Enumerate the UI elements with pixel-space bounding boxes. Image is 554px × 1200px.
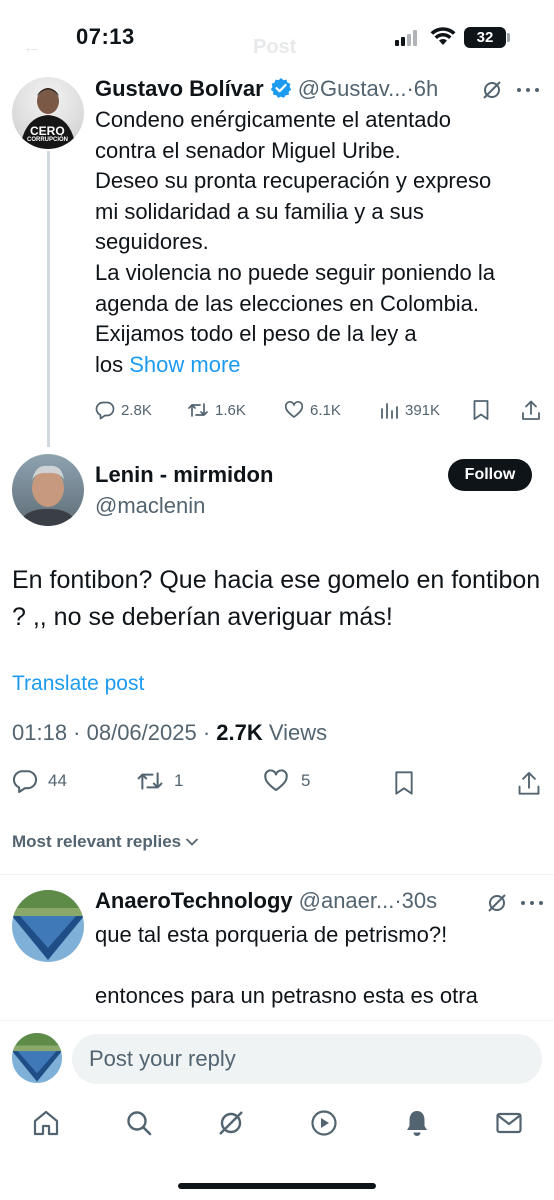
- repost-count: 1.6K: [215, 401, 246, 419]
- views-count: 2.7K: [216, 720, 263, 745]
- reply-text: que tal esta porqueria de petrismo?! ent…: [95, 920, 535, 1011]
- main-tweet-text: En fontibon? Que hacia ese gomelo en fon…: [12, 566, 541, 631]
- tweet-handle-row: @maclenin: [95, 493, 205, 519]
- heart-icon: [264, 769, 288, 792]
- avatar-photo: [12, 1033, 62, 1082]
- like-button[interactable]: 5: [263, 768, 310, 794]
- reply-icon: [12, 770, 38, 794]
- status-time: 07:13: [76, 24, 135, 49]
- chevron-down-icon: [185, 838, 199, 846]
- author-handle[interactable]: @Gustav...·6h: [298, 76, 439, 102]
- repost-icon: [188, 403, 208, 417]
- home-indicator: [178, 1183, 376, 1189]
- like-count: 6.1K: [310, 401, 341, 419]
- bookmark-icon[interactable]: [393, 770, 415, 796]
- reply-count: 44: [48, 771, 67, 790]
- tweet-header: Lenin - mirmidon: [95, 462, 273, 488]
- tweet-line: La violencia no puede seguir poniendo la: [95, 259, 495, 285]
- tweet-header: AnaeroTechnology @anaer...·30s: [95, 888, 437, 914]
- status-bar: ← Post 07:13 32: [0, 0, 554, 76]
- messages-icon[interactable]: [494, 1108, 524, 1138]
- avatar[interactable]: CERO CORRUPCIÓN: [12, 77, 84, 149]
- reply-bar: Post your reply: [0, 1020, 554, 1098]
- views-count: 391K: [405, 401, 441, 419]
- battery-cap: [507, 33, 510, 42]
- tweet-line: Deseo su pronta recuperación y expreso: [95, 168, 492, 194]
- avatar[interactable]: [12, 1033, 62, 1083]
- views-label: Views: [262, 720, 328, 745]
- reply-button[interactable]: 44: [12, 768, 67, 794]
- share-icon[interactable]: [517, 770, 541, 796]
- tweet-text: Condeno enérgicamente el atentado contra…: [95, 105, 535, 380]
- translate-post-link[interactable]: Translate post: [12, 672, 144, 696]
- timestamp: 01:18 · 08/06/2025 ·: [12, 720, 217, 745]
- repost-icon: [137, 772, 163, 790]
- notifications-icon[interactable]: [402, 1108, 432, 1138]
- author-name[interactable]: Lenin - mirmidon: [95, 462, 273, 488]
- author-handle[interactable]: @maclenin: [95, 493, 205, 519]
- reply-count: 2.8K: [121, 401, 152, 419]
- avatar-text: CERO: [30, 124, 65, 138]
- tweet-line: Exijamos todo el peso de la ley a: [95, 321, 417, 347]
- share-icon[interactable]: [521, 399, 541, 421]
- tweet-line-prefix: los: [95, 351, 124, 377]
- signal-icon: [395, 30, 421, 46]
- repost-count: 1: [174, 771, 184, 790]
- show-more-link[interactable]: Show more: [129, 352, 240, 377]
- reply-icon: [95, 401, 115, 420]
- avatar[interactable]: [12, 890, 84, 962]
- avatar-subtext: CORRUPCIÓN: [27, 137, 69, 143]
- like-button[interactable]: 6.1K: [284, 400, 341, 420]
- views-icon: [381, 403, 398, 419]
- wifi-icon: [430, 27, 456, 45]
- reply-input[interactable]: Post your reply: [72, 1034, 542, 1084]
- tweet-actions: 2.8K 1.6K 6.1K 391K: [95, 398, 545, 422]
- grok-icon[interactable]: [216, 1108, 246, 1138]
- tweet-header: Gustavo Bolívar @Gustav...·6h: [95, 74, 438, 102]
- avatar-photo: [18, 465, 78, 526]
- grok-icon[interactable]: [481, 79, 503, 101]
- like-count: 5: [301, 771, 311, 790]
- reply-line: que tal esta porqueria de petrismo?!: [95, 922, 448, 947]
- grok-icon[interactable]: [486, 892, 508, 914]
- tweet-line: Condeno enérgicamente el atentado: [95, 107, 451, 132]
- home-icon[interactable]: [31, 1108, 61, 1138]
- tweet-line: agenda de las elecciones en Colombia.: [95, 290, 480, 316]
- reply-line: entonces para un petrasno esta es otra: [95, 982, 478, 1008]
- more-options-icon[interactable]: [516, 86, 540, 94]
- replies-sort-label: Most relevant replies: [12, 832, 182, 851]
- avatar-photo: [12, 890, 84, 960]
- page-title: Post: [253, 36, 297, 58]
- more-options-icon[interactable]: [520, 899, 544, 907]
- tweet-line-last: los Show more: [95, 350, 535, 381]
- repost-button[interactable]: 1.6K: [187, 400, 246, 420]
- back-button[interactable]: ←: [22, 36, 42, 59]
- divider: [0, 874, 554, 875]
- tweet-meta: 01:18 · 08/06/2025 · 2.7K Views: [12, 720, 327, 746]
- main-tweet-actions: 44 1 5: [12, 768, 542, 802]
- author-handle[interactable]: @anaer...·30s: [299, 888, 438, 914]
- tweet-line: seguidores.: [95, 229, 209, 255]
- search-icon[interactable]: [124, 1108, 154, 1138]
- replies-sort-dropdown[interactable]: Most relevant replies: [12, 832, 199, 852]
- heart-icon: [284, 401, 304, 418]
- author-name[interactable]: Gustavo Bolívar: [95, 76, 264, 102]
- verified-badge-icon: [270, 78, 291, 98]
- video-icon[interactable]: [309, 1108, 339, 1138]
- views-button[interactable]: 391K: [379, 400, 440, 420]
- thread-line: [47, 151, 50, 447]
- reply-button[interactable]: 2.8K: [95, 400, 152, 420]
- tweet-line: mi solidaridad a su familia y a sus: [95, 198, 424, 224]
- bookmark-icon[interactable]: [472, 399, 490, 421]
- tweet-line: contra el senador Miguel Uribe.: [95, 137, 401, 163]
- follow-button[interactable]: Follow: [448, 459, 532, 491]
- repost-button[interactable]: 1: [136, 768, 183, 794]
- author-name[interactable]: AnaeroTechnology: [95, 888, 293, 914]
- battery-icon: 32: [464, 27, 506, 48]
- avatar[interactable]: [12, 454, 84, 526]
